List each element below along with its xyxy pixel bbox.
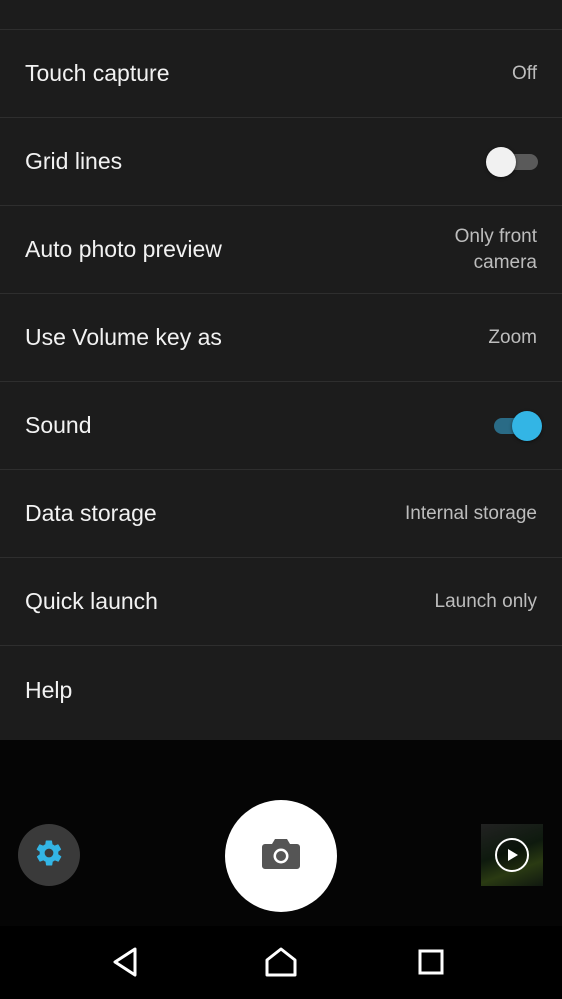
toggle-thumb [486,146,516,177]
shutter-button[interactable] [225,800,337,912]
setting-label: Auto photo preview [25,236,222,262]
setting-label: Help [25,676,73,703]
settings-panel: Touch capture Off Grid lines Auto photo … [0,0,562,740]
home-icon [264,946,298,983]
setting-quick-launch[interactable]: Quick launch Launch only [0,558,562,646]
setting-label: Use Volume key as [25,324,222,350]
last-capture-thumbnail[interactable] [481,824,543,886]
setting-label: Sound [25,412,92,438]
setting-sound[interactable]: Sound [0,382,562,470]
setting-value: Internal storage [404,502,537,524]
grid-lines-toggle[interactable] [486,146,542,177]
recents-icon [417,948,445,981]
home-button[interactable] [261,944,301,984]
navigation-bar [0,926,562,999]
setting-value: Off [512,62,537,84]
back-icon [110,946,140,983]
recents-button[interactable] [411,944,451,984]
setting-label: Touch capture [25,60,170,86]
camera-settings-button[interactable] [18,824,80,886]
sound-toggle[interactable] [486,410,542,441]
gear-icon [34,838,64,873]
setting-grid-lines[interactable]: Grid lines [0,118,562,206]
setting-value: Only front camera [454,225,537,273]
toggle-thumb [512,410,542,441]
setting-data-storage[interactable]: Data storage Internal storage [0,470,562,558]
setting-touch-capture[interactable]: Touch capture Off [0,30,562,118]
camera-icon [261,837,301,876]
setting-auto-photo-preview[interactable]: Auto photo preview Only front camera [0,206,562,294]
setting-label: Data storage [25,500,157,526]
play-icon [495,838,529,872]
setting-label: Grid lines [25,148,123,174]
setting-value: Launch only [434,590,537,612]
camera-viewfinder [0,740,562,926]
setting-label: Quick launch [25,588,158,614]
top-strip [0,0,562,30]
setting-value: Zoom [488,326,537,348]
back-button[interactable] [105,944,145,984]
setting-help[interactable]: Help [0,646,562,734]
setting-volume-key[interactable]: Use Volume key as Zoom [0,294,562,382]
